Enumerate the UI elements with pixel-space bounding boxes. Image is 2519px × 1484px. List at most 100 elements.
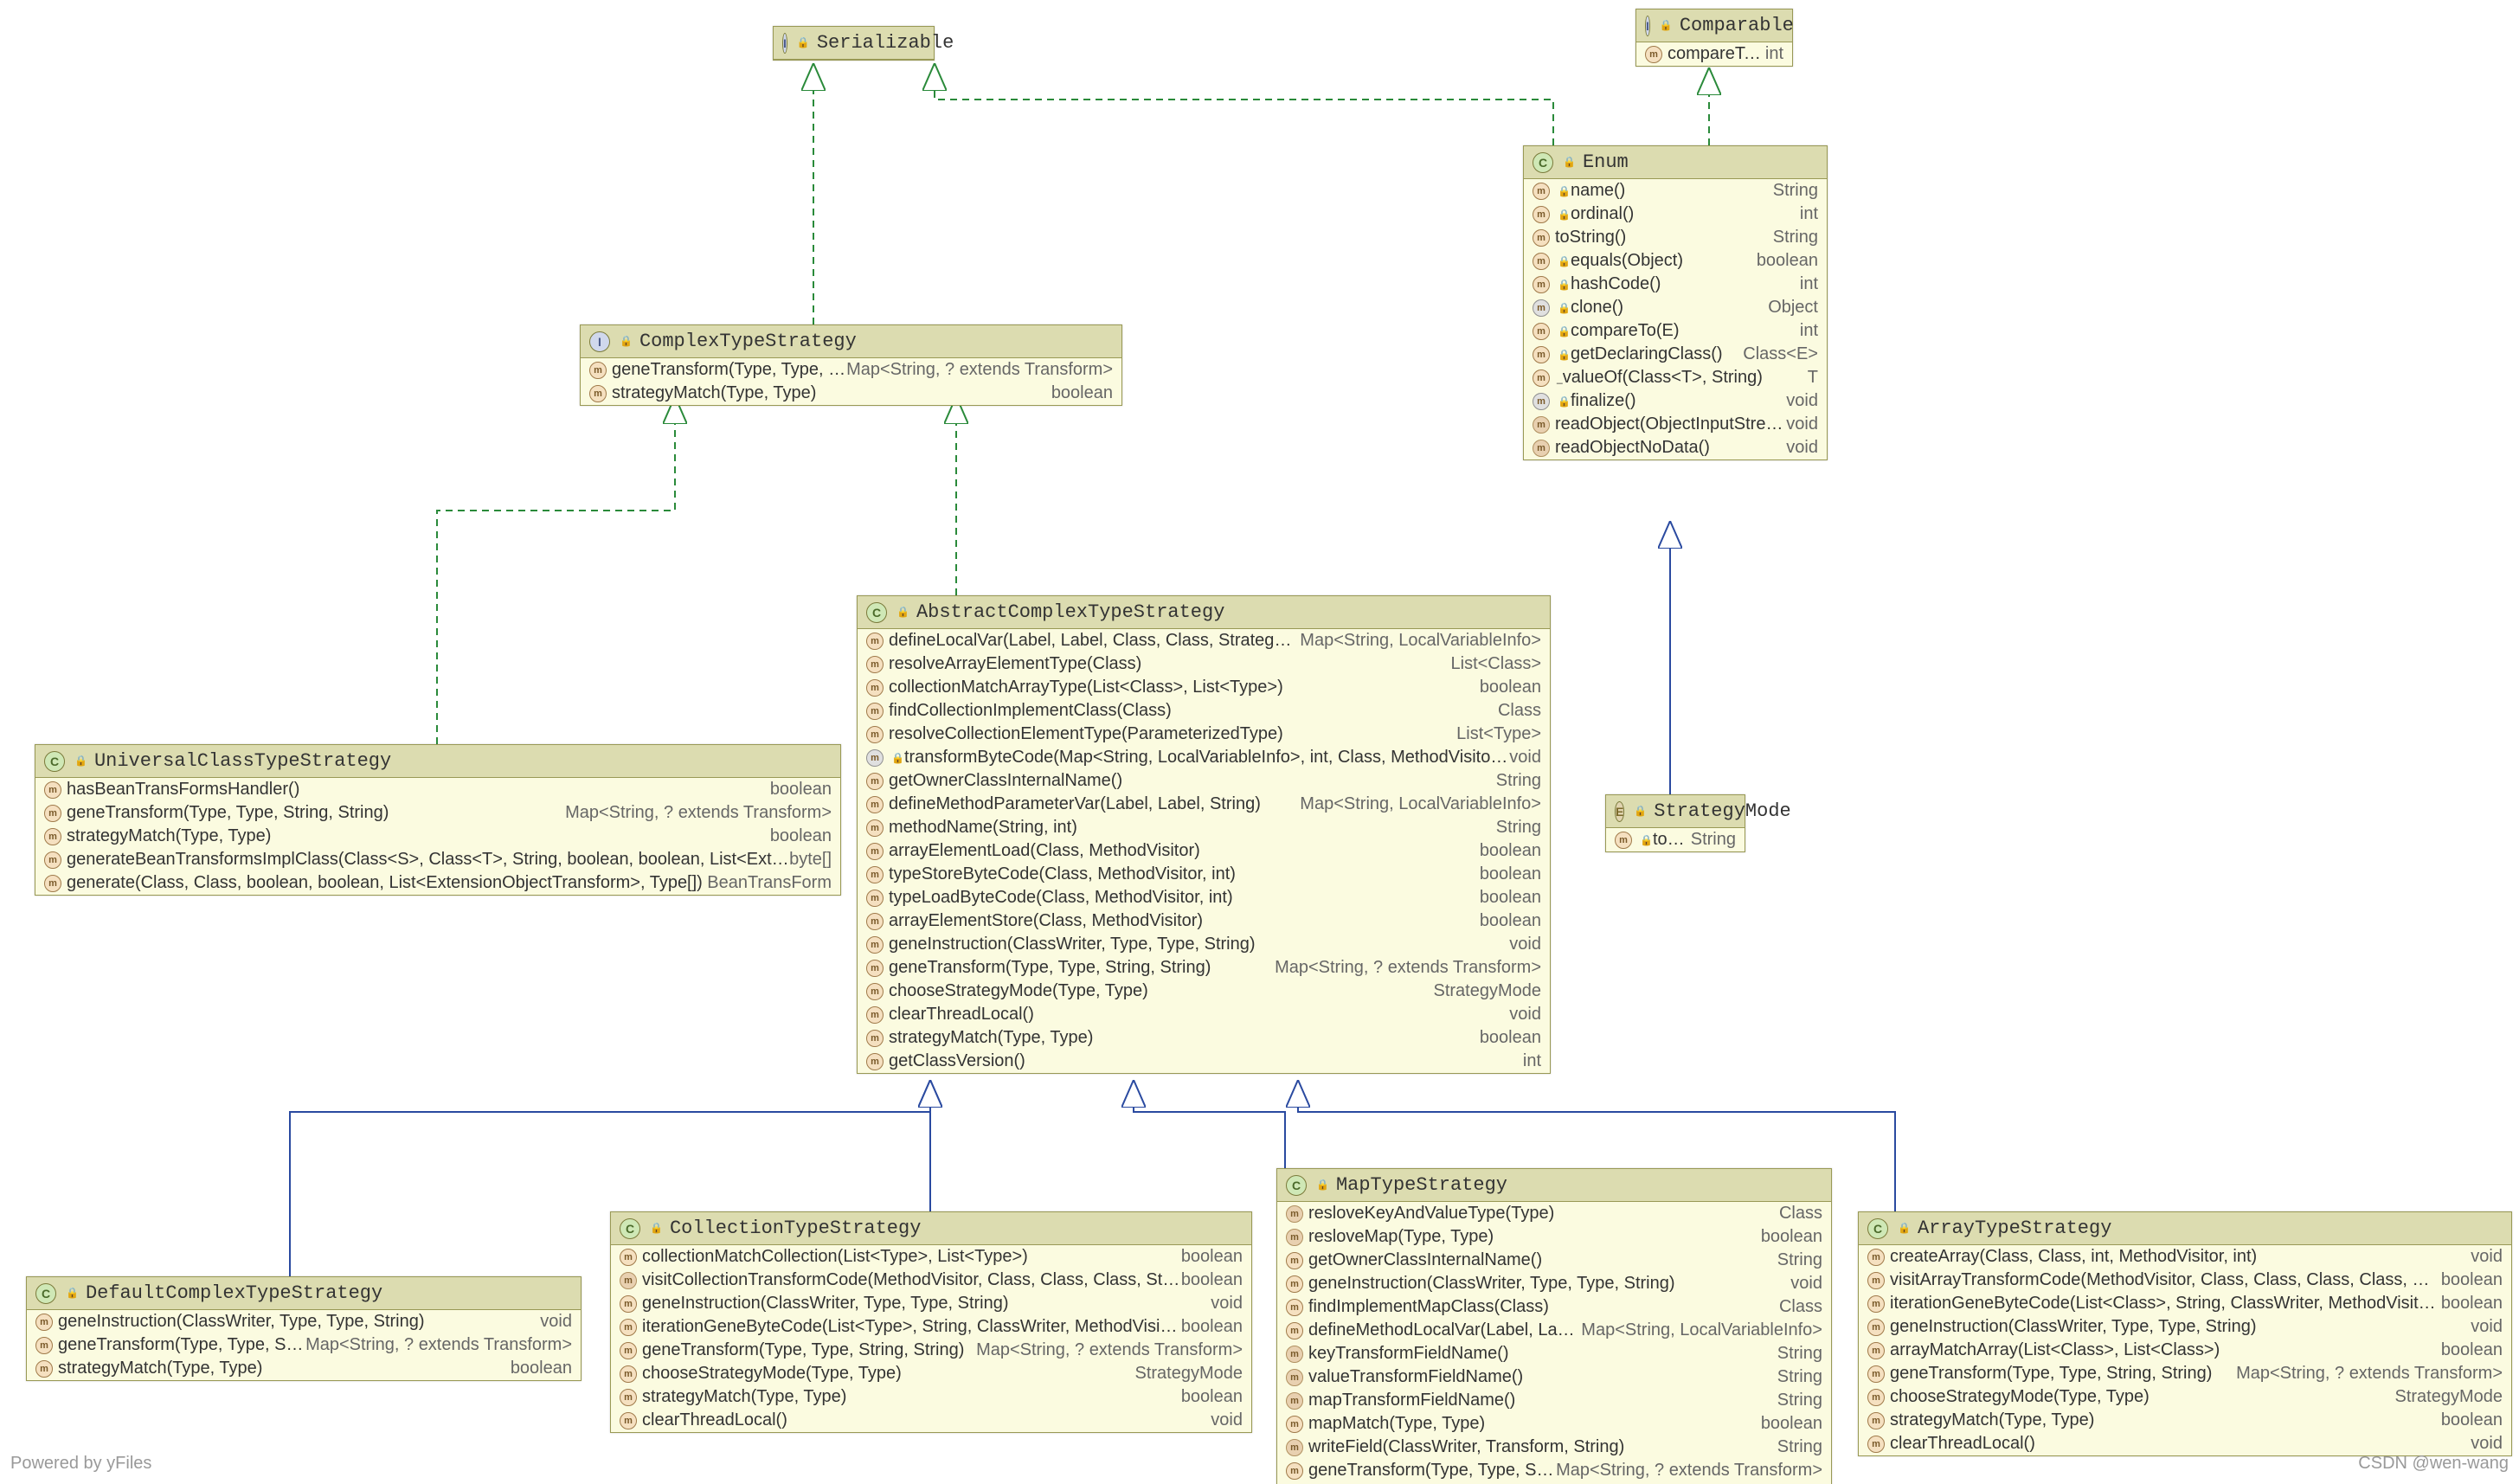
method-row: mgetOwnerClassInternalName()String bbox=[858, 769, 1550, 793]
method-icon: m bbox=[1286, 1322, 1303, 1339]
method-icon: m bbox=[44, 875, 61, 892]
method-row: mclearThreadLocal()void bbox=[611, 1409, 1251, 1432]
name: ArrayTypeStrategy bbox=[1918, 1217, 2111, 1239]
title: C🔒ArrayTypeStrategy bbox=[1859, 1212, 2511, 1245]
method-icon: m bbox=[866, 726, 884, 743]
class-abstract-complex-type-strategy[interactable]: C🔒AbstractComplexTypeStrategy mdefineLoc… bbox=[857, 595, 1551, 1074]
method-row: mresloveKeyAndValueType(Type)Class bbox=[1277, 1202, 1831, 1225]
method-icon: m bbox=[1286, 1252, 1303, 1269]
interface-serializable[interactable]: I🔒Serializable bbox=[773, 26, 935, 61]
method-row: mgeneTransform(Type, Type, String, Strin… bbox=[35, 801, 840, 825]
method-icon: m bbox=[1867, 1412, 1885, 1429]
method-row: m🔒getDeclaringClass()Class<E> bbox=[1524, 343, 1827, 366]
method-row: mchooseStrategyMode(Type, Type)StrategyM… bbox=[1859, 1385, 2511, 1409]
method-row: mgeneInstruction(ClassWriter, Type, Type… bbox=[858, 933, 1550, 956]
method-icon: m bbox=[866, 1006, 884, 1024]
method-row: m🔒equals(Object)boolean bbox=[1524, 249, 1827, 273]
name: Comparable bbox=[1680, 15, 1794, 36]
interface-comparable[interactable]: I🔒Comparable mcompareTo(T)int bbox=[1635, 9, 1793, 67]
interface-icon: I bbox=[782, 33, 787, 54]
method-icon: m bbox=[866, 679, 884, 697]
method-icon: m bbox=[1533, 416, 1550, 434]
class-map-type-strategy[interactable]: C🔒MapTypeStrategy mresloveKeyAndValueTyp… bbox=[1276, 1168, 1832, 1484]
method-row: mchooseStrategyMode(Type, Type)StrategyM… bbox=[611, 1362, 1251, 1385]
method-icon: m bbox=[1533, 346, 1550, 363]
method-row: mkeyTransformFieldName()String bbox=[1277, 1342, 1831, 1365]
method-row: mgeneInstruction(ClassWriter, Type, Type… bbox=[611, 1292, 1251, 1315]
method-icon: m bbox=[620, 1249, 637, 1266]
method-icon: m bbox=[1533, 369, 1550, 387]
method-icon: m bbox=[620, 1319, 637, 1336]
method-row: mgeneTransform(Type, Type, String, Strin… bbox=[1859, 1362, 2511, 1385]
method-row: mvisitCollectionTransformCode(MethodVisi… bbox=[611, 1269, 1251, 1292]
name: Serializable bbox=[817, 32, 954, 54]
method-icon: m bbox=[1867, 1319, 1885, 1336]
class-enum[interactable]: C🔒Enum m🔒name()String m🔒ordinal()int mto… bbox=[1523, 145, 1828, 460]
class-default-complex-type-strategy[interactable]: C🔒DefaultComplexTypeStrategy mgeneInstru… bbox=[26, 1276, 582, 1381]
method-row: m🔒name()String bbox=[1524, 179, 1827, 202]
method-row: mtoString()String bbox=[1524, 226, 1827, 249]
method-icon: m bbox=[866, 1030, 884, 1047]
method-icon: m bbox=[866, 913, 884, 930]
method-row: mmapTransformFieldName()String bbox=[1277, 1389, 1831, 1412]
method-row: mtypeStoreByteCode(Class, MethodVisitor,… bbox=[858, 863, 1550, 886]
title: C🔒CollectionTypeStrategy bbox=[611, 1212, 1251, 1245]
method-icon: m bbox=[1286, 1416, 1303, 1433]
method-row: marrayMatchArray(List<Class>, List<Class… bbox=[1859, 1339, 2511, 1362]
method-icon: m bbox=[1867, 1436, 1885, 1453]
method-row: mgeneTransform(Type, Type, String, Strin… bbox=[1277, 1459, 1831, 1482]
method-icon: m bbox=[1286, 1299, 1303, 1316]
method-icon: m bbox=[866, 843, 884, 860]
title: C🔒UniversalClassTypeStrategy bbox=[35, 745, 840, 778]
title: C🔒Enum bbox=[1524, 146, 1827, 179]
method-icon: m bbox=[1867, 1389, 1885, 1406]
method-row: mgeneInstruction(ClassWriter, Type, Type… bbox=[1859, 1315, 2511, 1339]
method-icon: m bbox=[620, 1412, 637, 1429]
method-icon: m bbox=[1533, 393, 1550, 410]
method-icon: m bbox=[1286, 1205, 1303, 1223]
method-row: mgeneTransform(Type, Type, String, Strin… bbox=[611, 1339, 1251, 1362]
method-icon: m bbox=[1533, 440, 1550, 457]
title: C🔒DefaultComplexTypeStrategy bbox=[27, 1277, 581, 1310]
method-row: mmethodName(String, int)String bbox=[858, 816, 1550, 839]
method-row: mchooseStrategyMode(Type, Type)StrategyM… bbox=[858, 980, 1550, 1003]
title: I🔒Serializable bbox=[774, 27, 934, 60]
class-collection-type-strategy[interactable]: C🔒CollectionTypeStrategy mcollectionMatc… bbox=[610, 1211, 1252, 1433]
method-row: mgenerate(Class, Class, boolean, boolean… bbox=[35, 871, 840, 895]
class-icon: C bbox=[1867, 1218, 1888, 1239]
method-icon: m bbox=[866, 960, 884, 977]
method-icon: m bbox=[1533, 206, 1550, 223]
method-row: mgeneTransform(Type, Type, String, Strin… bbox=[858, 956, 1550, 980]
method-row: m🔒hashCode()int bbox=[1524, 273, 1827, 296]
class-icon: C bbox=[866, 602, 887, 623]
name: StrategyMode bbox=[1654, 800, 1790, 822]
method-row: mhasBeanTransFormsHandler()boolean bbox=[35, 778, 840, 801]
title: I🔒Comparable bbox=[1636, 10, 1792, 42]
method-row: mcompareTo(T)int bbox=[1636, 42, 1792, 66]
method-row: mstrategyMatch(Type, Type)boolean bbox=[27, 1357, 581, 1380]
method-row: m🔒compareTo(E)int bbox=[1524, 319, 1827, 343]
method-row: marrayElementStore(Class, MethodVisitor)… bbox=[858, 909, 1550, 933]
method-icon: m bbox=[866, 749, 884, 767]
interface-complex-type-strategy[interactable]: I🔒ComplexTypeStrategy mgeneTransform(Typ… bbox=[580, 324, 1122, 406]
class-universal-class-type-strategy[interactable]: C🔒UniversalClassTypeStrategy mhasBeanTra… bbox=[35, 744, 841, 896]
method-row: mresloveMap(Type, Type)boolean bbox=[1277, 1225, 1831, 1249]
enum-strategy-mode[interactable]: E🔒StrategyMode m🔒toString()String bbox=[1605, 794, 1745, 852]
method-icon: m bbox=[44, 828, 61, 845]
method-row: mresolveCollectionElementType(Parameteri… bbox=[858, 723, 1550, 746]
method-icon: m bbox=[866, 656, 884, 673]
method-icon: m bbox=[866, 633, 884, 650]
method-row: m🔒finalize()void bbox=[1524, 389, 1827, 413]
method-icon: m bbox=[620, 1365, 637, 1383]
method-row: mfindImplementMapClass(Class)Class bbox=[1277, 1295, 1831, 1319]
class-array-type-strategy[interactable]: C🔒ArrayTypeStrategy mcreateArray(Class, … bbox=[1858, 1211, 2512, 1456]
method-row: mdefineMethodParameterVar(Label, Label, … bbox=[858, 793, 1550, 816]
method-icon: m bbox=[1615, 832, 1632, 849]
method-row: mgeneInstruction(ClassWriter, Type, Type… bbox=[27, 1310, 581, 1333]
title: E🔒StrategyMode bbox=[1606, 795, 1745, 828]
method-row: mgeneTransform(Type, Type, String, Strin… bbox=[581, 358, 1121, 382]
method-icon: m bbox=[866, 890, 884, 907]
method-row: mcollectionMatchArrayType(List<Class>, L… bbox=[858, 676, 1550, 699]
method-row: mfindCollectionImplementClass(Class)Clas… bbox=[858, 699, 1550, 723]
method-row: mstrategyMatch(Type, Type)boolean bbox=[611, 1385, 1251, 1409]
